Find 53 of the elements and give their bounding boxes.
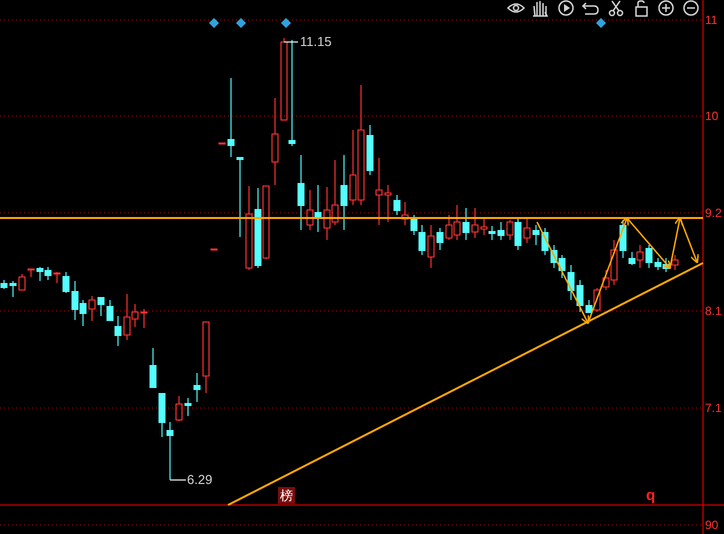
- candlestick: [542, 228, 548, 256]
- badge: 榜: [278, 487, 295, 504]
- candlestick: [436, 228, 444, 250]
- candlestick: [428, 224, 434, 268]
- candlestick: [568, 264, 574, 300]
- candlestick: [18, 274, 26, 290]
- diamond-marker-icon: [596, 18, 606, 28]
- candlestick: [202, 322, 210, 394]
- lock-open-icon[interactable]: [635, 0, 648, 17]
- candlestick: [672, 254, 678, 270]
- candlestick: [532, 224, 540, 246]
- axis-label: 9.2: [705, 207, 722, 219]
- undo-icon[interactable]: [582, 2, 599, 15]
- candlestick: [150, 348, 156, 388]
- candlestick: [376, 158, 382, 226]
- candlestick: [194, 372, 200, 402]
- candlestick: [88, 296, 96, 322]
- axis-label: 8.1: [705, 305, 722, 317]
- candlestick: [184, 398, 192, 416]
- axis-label: 11: [705, 14, 718, 26]
- candlestick: [462, 208, 470, 240]
- candlestick: [210, 248, 218, 250]
- candlestick: [10, 280, 16, 298]
- candlestick: [524, 218, 530, 244]
- price-label: 6.29: [187, 473, 212, 486]
- candlestick: [140, 308, 148, 328]
- candlestick: [176, 396, 182, 422]
- play-icon[interactable]: [558, 0, 574, 16]
- axis-label: 7.1: [705, 402, 722, 414]
- zoom-in-icon[interactable]: [658, 0, 674, 16]
- candlestick: [472, 208, 478, 238]
- candlestick: [576, 280, 584, 312]
- price-label: 11.15: [300, 35, 332, 48]
- diamond-marker-icon: [209, 18, 219, 28]
- scissors-icon[interactable]: [608, 0, 624, 16]
- diamond-marker-icon: [236, 18, 246, 28]
- marker-label: q: [646, 488, 656, 503]
- candlestick: [620, 220, 626, 258]
- candlestick: [498, 222, 504, 240]
- candlestick: [98, 296, 104, 316]
- axis-label: 90: [705, 519, 718, 531]
- diamond-marker-icon: [281, 18, 291, 28]
- candlestick: [366, 124, 374, 176]
- candlestick: [646, 244, 652, 268]
- candlestick: [384, 184, 392, 222]
- candlestick: [54, 272, 60, 284]
- candlestick: [218, 142, 226, 144]
- candlestick: [0, 280, 8, 290]
- zoom-out-icon[interactable]: [683, 0, 699, 16]
- axis-label: 10: [705, 110, 718, 122]
- candlestick: [62, 272, 70, 294]
- eye-icon[interactable]: [507, 3, 525, 13]
- candlestick: [28, 268, 34, 278]
